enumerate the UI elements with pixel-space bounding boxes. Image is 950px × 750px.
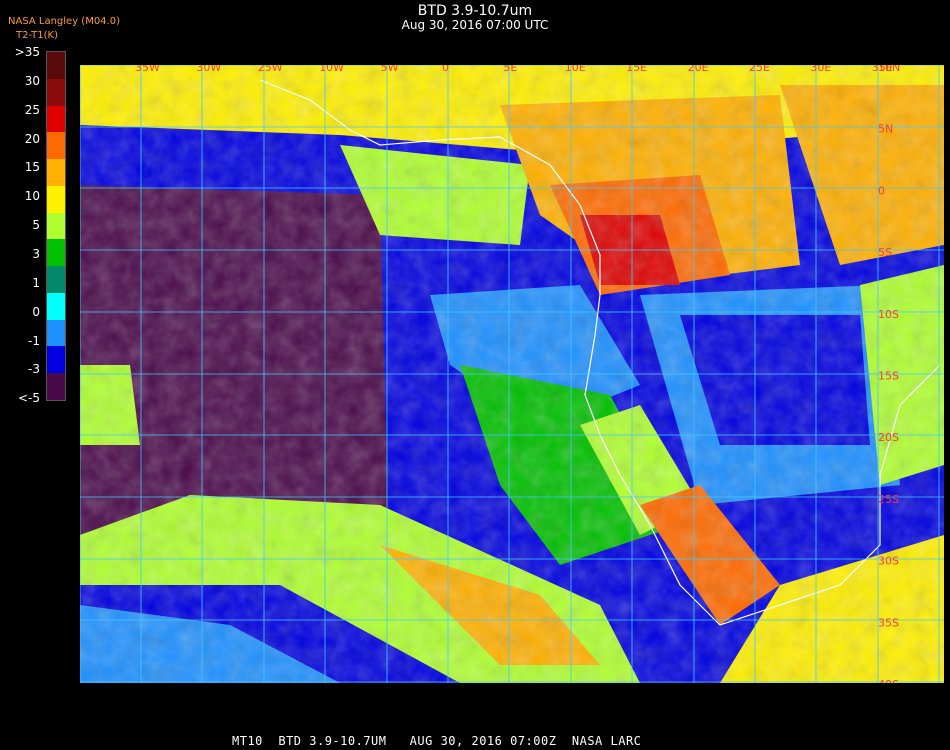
legend-label: 5 bbox=[32, 218, 40, 233]
longitude-label: 5W bbox=[381, 65, 399, 74]
legend-label: 15 bbox=[24, 160, 40, 175]
legend-label: >35 bbox=[14, 45, 40, 59]
legend-swatch bbox=[47, 212, 65, 240]
legend-label: -3 bbox=[28, 362, 40, 377]
latitude-label: 25S bbox=[878, 493, 899, 506]
legend-swatch bbox=[47, 373, 65, 400]
legend-units: T2-T1(K) bbox=[16, 30, 58, 41]
legend-swatch bbox=[47, 105, 65, 133]
producer-credit: NASA Langley (M04.0) bbox=[8, 16, 120, 27]
longitude-label: 35W bbox=[135, 65, 160, 74]
legend-label: 30 bbox=[24, 73, 40, 88]
legend-label: 0 bbox=[32, 304, 40, 319]
legend-swatch bbox=[47, 78, 65, 106]
legend-swatch bbox=[47, 132, 65, 160]
legend-swatch bbox=[47, 159, 65, 186]
latitude-label: 10N bbox=[878, 65, 900, 74]
legend-label: 3 bbox=[32, 246, 40, 261]
legend-swatch bbox=[47, 52, 65, 79]
latitude-label: 10S bbox=[878, 308, 899, 321]
longitude-label: 0 bbox=[442, 65, 449, 74]
longitude-label: 5E bbox=[503, 65, 517, 74]
latitude-label: 5N bbox=[878, 123, 893, 136]
satellite-map: 35W 30W 25W 10W 5W 0 5E 10E 15E 20E 25E 30E 35E10N5N… bbox=[80, 65, 944, 683]
legend-label: 20 bbox=[24, 131, 40, 146]
footer-caption: MT10 BTD 3.9-10.7UM AUG 30, 2016 07:00Z … bbox=[232, 734, 642, 748]
longitude-label: 25E bbox=[749, 65, 770, 74]
legend-swatch bbox=[47, 266, 65, 293]
legend-swatch bbox=[47, 185, 65, 213]
chart-title: BTD 3.9-10.7um bbox=[417, 3, 533, 19]
legend-swatch bbox=[47, 346, 65, 374]
latitude-label: 0 bbox=[878, 184, 885, 197]
latitude-label: 35S bbox=[878, 616, 899, 629]
longitude-label: 15E bbox=[626, 65, 647, 74]
legend-label: 10 bbox=[24, 189, 40, 204]
legend-swatch bbox=[47, 239, 65, 267]
latitude-label: 40S bbox=[878, 678, 899, 683]
longitude-label: 10E bbox=[565, 65, 586, 74]
longitude-label: 10W bbox=[319, 65, 344, 74]
longitude-label: 30E bbox=[810, 65, 831, 74]
chart-datetime: Aug 30, 2016 07:00 UTC bbox=[401, 18, 549, 32]
legend-label: 1 bbox=[32, 275, 40, 290]
legend-swatch bbox=[47, 319, 65, 347]
latitude-label: 15S bbox=[878, 370, 899, 383]
legend-label: -1 bbox=[28, 333, 40, 348]
legend-swatch bbox=[47, 292, 65, 320]
legend-label: 25 bbox=[24, 102, 40, 117]
longitude-label: 30W bbox=[196, 65, 221, 74]
latitude-label: 5S bbox=[878, 246, 892, 259]
latitude-label: 20S bbox=[878, 431, 899, 444]
longitude-label: 20E bbox=[688, 65, 709, 74]
latitude-label: 30S bbox=[878, 555, 899, 568]
color-legend bbox=[46, 51, 66, 401]
legend-label: <-5 bbox=[17, 391, 40, 406]
longitude-label: 25W bbox=[258, 65, 283, 74]
